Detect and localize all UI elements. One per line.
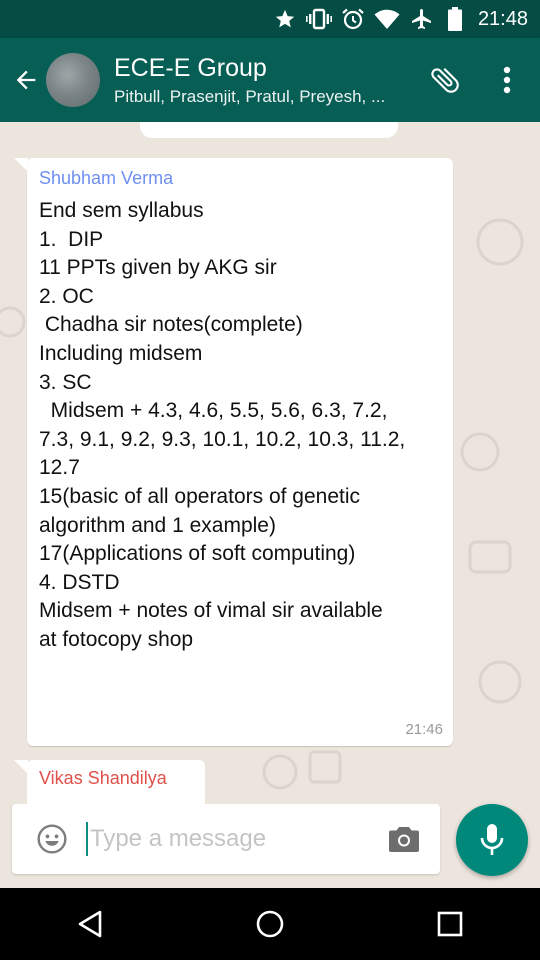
chat-members: Pitbull, Prasenjit, Pratul, Preyesh, ... — [114, 86, 386, 106]
message-line: End sem syllabus — [39, 199, 204, 222]
message-sender[interactable]: Vikas Shandilya — [39, 768, 167, 789]
bubble-tail — [14, 760, 28, 774]
message-line: 3. SC — [39, 370, 92, 394]
system-nav-bar — [0, 888, 540, 960]
more-vert-icon[interactable] — [484, 57, 530, 103]
status-bar: 21:48 — [0, 0, 540, 38]
mic-button[interactable] — [456, 804, 528, 876]
message-line: at fotocopy shop — [39, 627, 194, 651]
message-line: Midsem + notes of vimal sir available — [39, 599, 383, 623]
battery-icon — [442, 7, 468, 31]
message-bubble[interactable]: Vikas Shandilya — [27, 760, 205, 804]
message-line: Including midsem — [39, 341, 203, 365]
message-line: Midsem + 4.3, 4.6, 5.5, 5.6, 6.3, 7.2, — [39, 399, 388, 423]
message-line: 17(Applications of soft computing) — [39, 542, 356, 566]
mic-icon — [480, 824, 504, 855]
previous-message-bubble — [140, 122, 398, 138]
message-composer[interactable]: Type a message — [12, 804, 440, 874]
emoji-icon[interactable] — [32, 819, 72, 859]
chat-title-block[interactable]: ECE-E Group Pitbull, Prasenjit, Pratul, … — [114, 54, 422, 107]
clock-time: 21:48 — [477, 7, 528, 30]
attach-icon[interactable] — [422, 57, 468, 103]
back-arrow-icon[interactable] — [6, 60, 46, 100]
message-line: Chadha sir notes(complete) — [39, 313, 303, 337]
message-line: 12.7 — [39, 456, 80, 480]
chat-title: ECE-E Group — [114, 53, 267, 82]
star-icon — [272, 7, 298, 31]
chat-area[interactable]: Shubham Verma End sem syllabus 1. DIP 11… — [0, 122, 540, 804]
message-line: 7.3, 9.1, 9.2, 9.3, 10.1, 10.2, 10.3, 11… — [39, 427, 406, 451]
nav-back-icon[interactable] — [60, 894, 120, 954]
vibrate-icon — [305, 7, 332, 31]
message-line: 1. DIP — [39, 227, 104, 251]
message-line: 4. DSTD — [39, 570, 120, 594]
airplane-icon — [408, 7, 434, 31]
composer-area: Type a message — [0, 804, 540, 888]
message-line: 11 PPTs given by AKG sir — [39, 256, 277, 280]
nav-recents-icon[interactable] — [420, 894, 480, 954]
alarm-icon — [340, 7, 366, 31]
message-sender[interactable]: Shubham Verma — [39, 168, 441, 189]
message-timestamp: 21:46 — [405, 721, 443, 738]
group-avatar[interactable] — [46, 53, 100, 107]
nav-home-icon[interactable] — [240, 894, 300, 954]
message-line: algorithm and 1 example) — [39, 513, 276, 537]
message-bubble[interactable]: Shubham Verma End sem syllabus 1. DIP 11… — [27, 158, 453, 746]
message-line: 2. OC — [39, 284, 94, 308]
text-cursor — [86, 822, 88, 856]
bubble-tail — [14, 158, 28, 172]
wifi-icon — [374, 7, 400, 31]
message-line: 15(basic of all operators of genetic — [39, 484, 361, 508]
camera-icon[interactable] — [384, 819, 424, 859]
app-bar: ECE-E Group Pitbull, Prasenjit, Pratul, … — [0, 38, 540, 122]
message-input[interactable]: Type a message — [90, 825, 384, 853]
